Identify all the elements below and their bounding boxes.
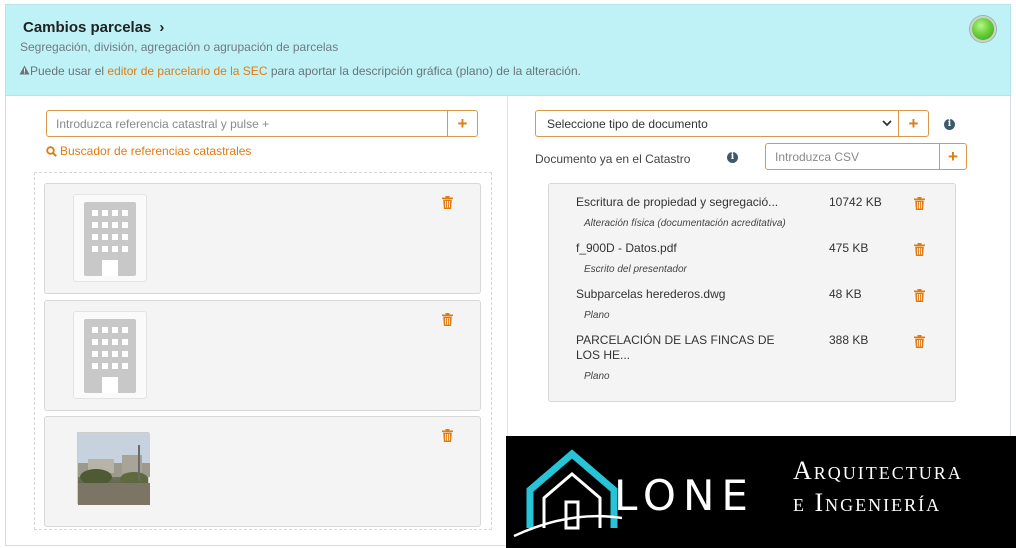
add-csv-button[interactable]: + <box>939 144 966 169</box>
house-logo-icon <box>513 449 623 538</box>
parcel-card <box>44 300 481 411</box>
brand-tagline-1: Arquitectura <box>793 456 963 485</box>
delete-document-trash-icon[interactable] <box>914 197 925 213</box>
document-description: Alteración física (documentación acredit… <box>584 218 786 229</box>
page-title-text: Cambios parcelas <box>23 19 152 36</box>
status-indicator-icon <box>970 16 996 42</box>
cadastral-reference-input[interactable] <box>47 111 447 136</box>
delete-parcel-trash-icon[interactable] <box>442 196 453 209</box>
chevron-right-icon[interactable]: › <box>159 19 164 36</box>
brand-name: LONE <box>614 471 755 520</box>
document-list: Escritura de propiedad y segregació... 1… <box>548 183 956 402</box>
warning-icon <box>19 65 30 78</box>
header-panel: Cambios parcelas › Segregación, división,… <box>5 4 1011 96</box>
add-reference-button[interactable]: + <box>447 111 477 136</box>
document-name[interactable]: Subparcelas herederos.dwg <box>576 287 796 302</box>
reference-finder-label: Buscador de referencias catastrales <box>60 144 252 158</box>
parcel-thumbnail[interactable] <box>73 194 147 282</box>
document-size: 388 KB <box>829 333 869 347</box>
parcel-list <box>34 172 492 530</box>
delete-parcel-trash-icon[interactable] <box>442 429 453 442</box>
search-icon <box>46 146 57 157</box>
page-title[interactable]: Cambios parcelas › <box>23 19 164 36</box>
notice-text: Puede usar el editor de parcelario de la… <box>19 64 581 78</box>
document-description: Plano <box>584 310 610 321</box>
delete-document-trash-icon[interactable] <box>914 289 925 305</box>
page-subtitle: Segregación, división, agregación o agru… <box>20 40 339 54</box>
document-size: 475 KB <box>829 241 869 255</box>
delete-document-trash-icon[interactable] <box>914 335 925 351</box>
building-placeholder-icon <box>84 319 136 393</box>
catastro-document-label: Documento ya en el Catastro <box>535 152 691 166</box>
csv-input[interactable] <box>766 144 939 169</box>
document-name[interactable]: f_900D - Datos.pdf <box>576 241 796 256</box>
building-placeholder-icon <box>84 202 136 276</box>
document-size: 10742 KB <box>829 195 882 209</box>
brand-logo-banner: LONE Arquitectura e Ingeniería <box>506 436 1016 548</box>
document-type-select[interactable]: Seleccione tipo de documento <box>536 111 876 136</box>
brand-tagline-2: e Ingeniería <box>793 488 942 517</box>
parcel-editor-link[interactable]: editor de parcelario de la SEC <box>107 64 267 78</box>
add-document-button[interactable]: + <box>898 111 928 136</box>
reference-finder-link[interactable]: Buscador de referencias catastrales <box>46 144 251 158</box>
document-description: Plano <box>584 371 610 382</box>
parcel-photo[interactable] <box>77 432 150 505</box>
document-name[interactable]: Escritura de propiedad y segregació... <box>576 195 796 210</box>
delete-document-trash-icon[interactable] <box>914 243 925 259</box>
cadastral-reference-group: + <box>46 110 478 137</box>
document-name[interactable]: PARCELACIÓN DE LAS FINCAS DE LOS HE... <box>576 333 796 363</box>
document-size: 48 KB <box>829 287 862 301</box>
delete-parcel-trash-icon[interactable] <box>442 313 453 326</box>
document-description: Escrito del presentador <box>584 264 687 275</box>
parcel-card <box>44 416 481 527</box>
notice-suffix: para aportar la descripción gráfica (pla… <box>267 64 581 78</box>
document-type-info-icon[interactable]: i <box>944 119 955 130</box>
csv-group: + <box>765 143 967 170</box>
notice-prefix: Puede usar el <box>30 64 108 78</box>
parcel-photo-image <box>78 433 150 505</box>
document-type-group: Seleccione tipo de documento + <box>535 110 929 137</box>
parcel-card <box>44 183 481 294</box>
chevron-down-icon[interactable] <box>876 111 898 136</box>
parcel-thumbnail[interactable] <box>73 311 147 399</box>
catastro-info-icon[interactable]: i <box>727 152 738 163</box>
